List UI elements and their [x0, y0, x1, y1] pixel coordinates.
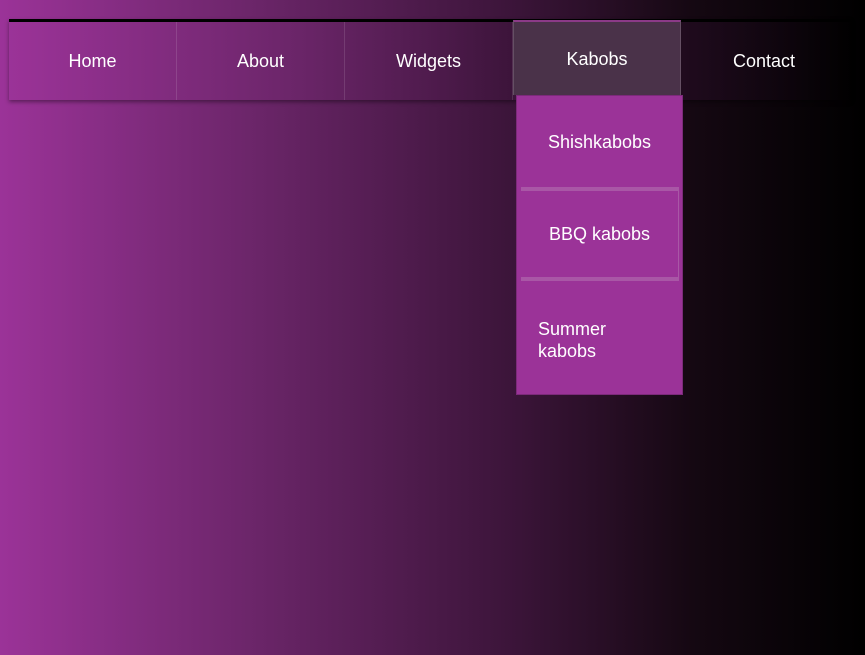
nav-item-label: Home	[68, 50, 117, 71]
nav-item-kabobs[interactable]: Kabobs	[513, 20, 681, 95]
nav-item-widgets[interactable]: Widgets	[345, 22, 513, 100]
dropdown-item-bbq-kabobs[interactable]: BBQ kabobs	[521, 187, 679, 281]
nav-item-home[interactable]: Home	[9, 22, 177, 100]
dropdown-item-summer-kabobs[interactable]: Summer kabobs	[538, 318, 668, 362]
kabobs-dropdown-menu: Shishkabobs BBQ kabobs Summer kabobs	[516, 95, 683, 395]
nav-item-label: Kabobs	[566, 49, 628, 69]
dropdown-item-label: Shishkabobs	[547, 131, 652, 152]
dropdown-item-shishkabobs[interactable]: Shishkabobs	[517, 96, 682, 188]
nav-item-about[interactable]: About	[177, 22, 345, 100]
nav-item-label: Contact	[732, 50, 796, 71]
dropdown-item-label: BBQ kabobs	[548, 223, 651, 244]
dropdown-item-label: Summer kabobs	[538, 319, 607, 361]
nav-item-contact[interactable]: Contact	[681, 22, 847, 100]
nav-item-label: About	[236, 50, 285, 71]
nav-item-label: Widgets	[395, 50, 462, 71]
main-nav-bar: Home About Widgets Kabobs Contact	[9, 19, 851, 100]
